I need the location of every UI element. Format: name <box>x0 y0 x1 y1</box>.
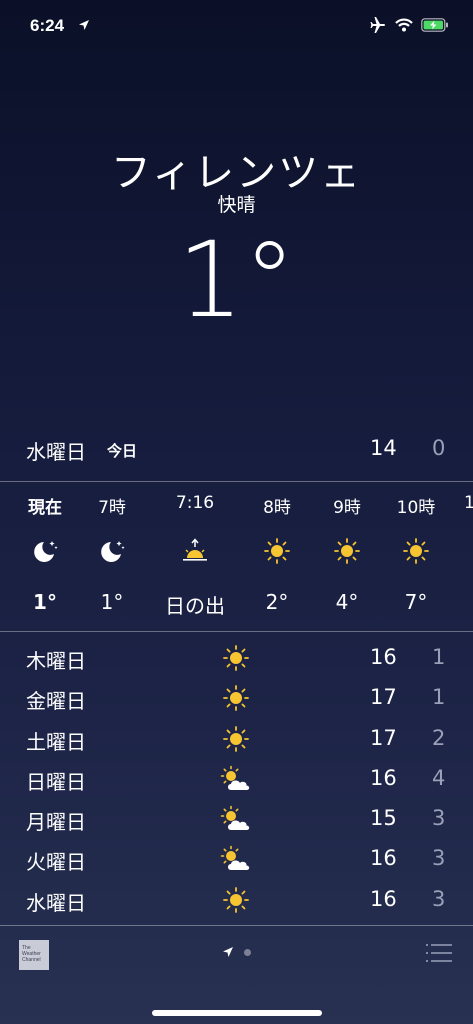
day-name: 火曜日 <box>26 850 86 875</box>
hour-temp: 1° <box>33 590 57 614</box>
daily-row: 木曜日 16 1 <box>0 637 473 677</box>
weather-channel-logo[interactable]: The Weather Channel <box>19 940 49 970</box>
day-name: 水曜日 <box>26 890 86 915</box>
hour-time: 現在 <box>28 498 62 518</box>
daily-row: 月曜日 15 3 <box>0 798 473 838</box>
day-high: 16 <box>370 765 397 790</box>
day-name: 金曜日 <box>26 689 86 714</box>
hourly-item: 8時 2° <box>242 482 312 614</box>
page-dot[interactable] <box>244 949 251 956</box>
daily-row: 水曜日 16 3 <box>0 879 473 919</box>
hourly-item: 7時 1° <box>77 482 147 614</box>
hour-temp: 2° <box>265 590 289 614</box>
sun-icon <box>223 725 249 752</box>
wifi-icon <box>395 18 413 32</box>
partly-cloudy-icon <box>220 846 250 871</box>
day-name: 月曜日 <box>26 810 86 835</box>
hour-time: 8時 <box>263 498 291 518</box>
sun-icon <box>264 538 290 564</box>
hour-temp: 4° <box>335 590 359 614</box>
sun-icon <box>223 685 249 712</box>
hourly-item: 9時 4° <box>312 482 382 614</box>
day-low: 3 <box>432 846 446 871</box>
day-name: 木曜日 <box>26 649 86 673</box>
day-high: 16 <box>370 645 397 669</box>
hour-temp: 日の出 <box>165 594 225 618</box>
sun-icon <box>223 886 249 913</box>
day-low: 3 <box>432 886 446 911</box>
hour-time: 7:16 <box>175 493 215 513</box>
hour-time: 10時 <box>396 498 436 518</box>
hour-time: 7時 <box>98 498 126 518</box>
divider-middle <box>0 631 473 632</box>
hour-time: 1 <box>464 493 473 513</box>
partly-cloudy-icon <box>220 765 250 790</box>
moon-stars-icon <box>101 541 125 562</box>
current-temperature: 1° <box>177 219 296 341</box>
day-low: 1 <box>432 645 446 669</box>
day-name: 日曜日 <box>26 769 86 794</box>
hourly-forecast[interactable]: 現在 1° 7時 1° 7:16 日の出 8時 2° 9時 4° 10時 7° … <box>0 482 473 632</box>
day-low: 2 <box>432 725 446 750</box>
day-high: 15 <box>370 806 397 831</box>
airplane-icon <box>370 17 385 33</box>
status-time: 6:24 <box>30 16 65 35</box>
day-high: 16 <box>370 846 397 871</box>
home-indicator[interactable] <box>152 1010 322 1016</box>
sun-icon <box>403 538 429 564</box>
status-right-icons <box>369 17 449 33</box>
today-high: 14 <box>370 436 397 460</box>
hourly-item: 10時 7° <box>381 482 451 614</box>
hour-temp: 7° <box>404 590 428 614</box>
location-arrow-icon <box>79 20 89 30</box>
hour-temp: 1° <box>100 590 124 614</box>
sun-icon <box>334 538 360 564</box>
location-page-indicator-icon[interactable] <box>222 946 234 958</box>
sunrise-icon <box>183 538 207 561</box>
today-row: 水曜日 今日 14 0 <box>0 430 473 470</box>
hourly-item: 現在 1° <box>10 482 80 614</box>
partly-cloudy-icon <box>220 805 250 831</box>
daily-row: 土曜日 17 2 <box>0 718 473 758</box>
day-high: 17 <box>370 725 397 750</box>
daily-row: 金曜日 17 1 <box>0 677 473 717</box>
today-label: 今日 <box>107 442 138 460</box>
daily-row: 日曜日 16 4 <box>0 758 473 798</box>
today-low: 0 <box>432 436 446 460</box>
day-high: 17 <box>370 685 397 710</box>
today-day: 水曜日 <box>26 440 86 464</box>
day-high: 16 <box>370 886 397 911</box>
weather-condition: 快晴 <box>217 194 256 216</box>
list-icon[interactable] <box>424 942 454 964</box>
daily-forecast: 木曜日 16 1 金曜日 17 1 土曜日 17 2 日曜日 16 4 月曜日 … <box>0 637 473 919</box>
day-low: 4 <box>432 765 446 790</box>
sun-icon <box>223 645 249 671</box>
day-low: 3 <box>432 806 446 831</box>
day-name: 土曜日 <box>26 729 86 754</box>
bottom-bar: The Weather Channel <box>0 926 473 1024</box>
hour-time: 9時 <box>333 498 361 518</box>
daily-row: 火曜日 16 3 <box>0 838 473 878</box>
day-low: 1 <box>432 685 446 710</box>
battery-charging-icon <box>421 18 448 32</box>
hourly-item: 1 <box>452 482 473 513</box>
status-bar: 6:24 <box>0 0 473 58</box>
moon-stars-icon <box>34 541 58 562</box>
hourly-item: 7:16 日の出 <box>150 482 240 618</box>
